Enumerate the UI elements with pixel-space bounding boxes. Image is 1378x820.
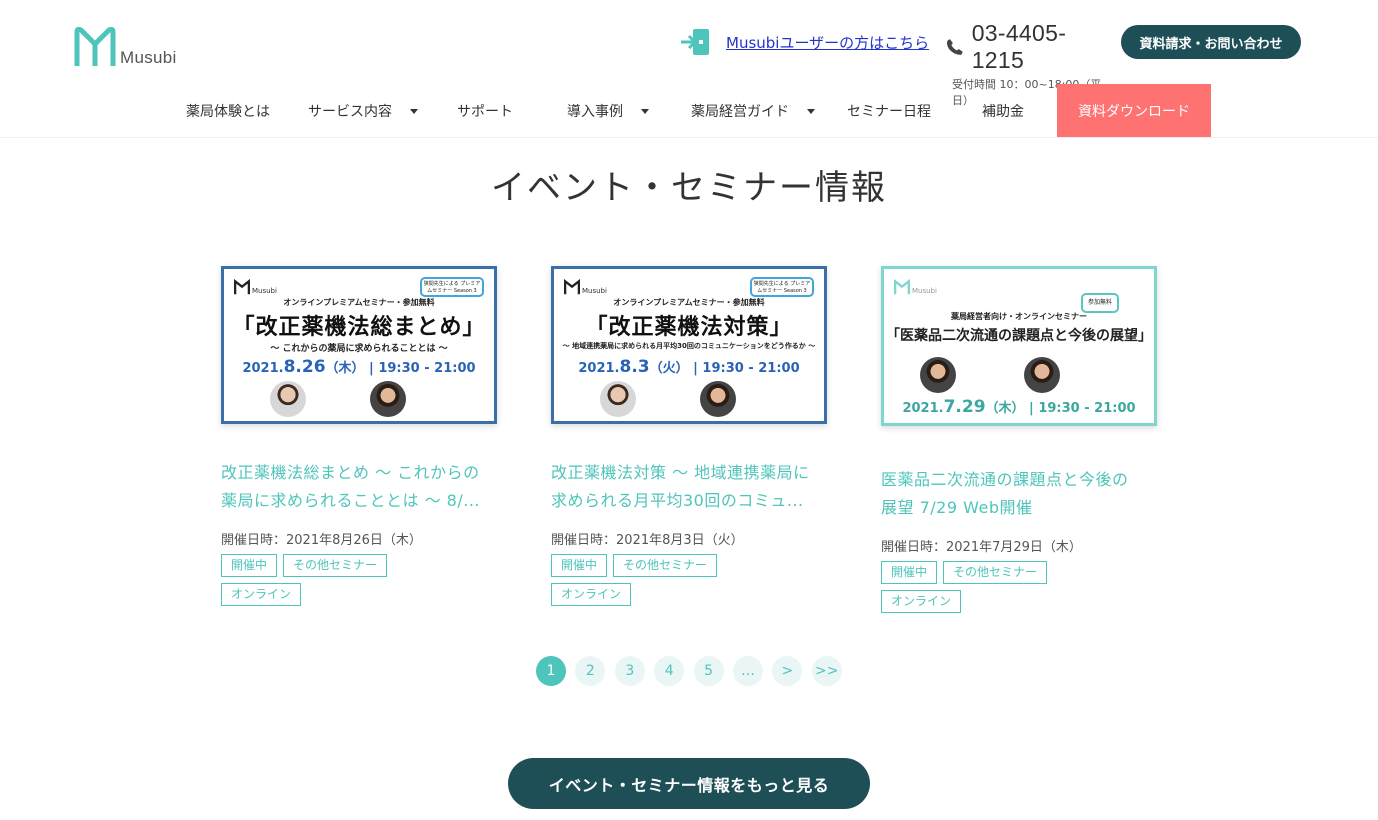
tag-category[interactable]: その他セミナー bbox=[943, 561, 1048, 584]
contact-button[interactable]: 資料請求・お問い合わせ bbox=[1121, 25, 1301, 59]
nav-item-seminars[interactable]: セミナー日程 bbox=[847, 84, 931, 137]
main-nav: 薬局体験とは サービス内容 サポート 導入事例 薬局経営ガイド セミナー日程 補… bbox=[0, 84, 1378, 137]
tag-list: 開催中 その他セミナー オンライン bbox=[551, 554, 761, 612]
next-page-button[interactable]: > bbox=[772, 656, 803, 686]
site-logo[interactable]: Musubi bbox=[74, 26, 177, 68]
seminar-thumbnail[interactable]: Musubi 狭間先生による プレミアムセミナー Season 3 オンラインプ… bbox=[551, 266, 827, 424]
speaker-avatar bbox=[1024, 357, 1060, 393]
phone-icon bbox=[946, 39, 963, 55]
nav-item-support[interactable]: サポート bbox=[457, 84, 513, 137]
logo-text: Musubi bbox=[120, 48, 177, 67]
tag-format[interactable]: オンライン bbox=[221, 583, 302, 606]
seminar-thumbnail[interactable]: Musubi 狭間先生による プレミアムセミナー Season 3 オンラインプ… bbox=[221, 266, 497, 424]
thumb-logo: Musubi bbox=[234, 279, 277, 295]
thumb-caption: 〜 これからの薬局に求められることとは 〜 bbox=[270, 344, 448, 354]
speaker-photos bbox=[554, 379, 824, 419]
nav-label: 導入事例 bbox=[567, 103, 623, 120]
nav-item-about[interactable]: 薬局体験とは bbox=[186, 84, 270, 137]
phone-number[interactable]: 03-4405-1215 bbox=[972, 20, 1116, 74]
card-title[interactable]: 医薬品二次流通の課題点と今後の 展望 7/29 Web開催 bbox=[881, 466, 1157, 522]
musubi-logo-icon bbox=[74, 26, 116, 66]
nav-item-services[interactable]: サービス内容 bbox=[308, 84, 418, 137]
nav-label: サポート bbox=[457, 103, 513, 120]
thumb-logo: Musubi bbox=[564, 279, 607, 295]
page-5-button[interactable]: 5 bbox=[693, 656, 724, 686]
nav-item-subsidy[interactable]: 補助金 bbox=[982, 84, 1024, 137]
thumb-date: 2021.8.3（火） | 19:30 - 21:00 bbox=[578, 357, 800, 377]
tag-format[interactable]: オンライン bbox=[551, 583, 632, 606]
nav-label: 薬局体験とは bbox=[186, 103, 270, 120]
page-ellipsis: … bbox=[732, 656, 763, 686]
login-door-icon bbox=[681, 29, 709, 55]
thumb-logo: Musubi bbox=[894, 279, 937, 295]
speaker-avatar bbox=[700, 381, 736, 417]
nav-item-cases[interactable]: 導入事例 bbox=[567, 84, 649, 137]
tag-list: 開催中 その他セミナー オンライン bbox=[221, 554, 431, 612]
thumb-subtitle: オンラインプレミアムセミナー・参加無料 bbox=[613, 298, 765, 307]
tag-status[interactable]: 開催中 bbox=[551, 554, 608, 577]
free-badge: 参加無料 bbox=[1081, 293, 1119, 313]
speaker-avatar bbox=[600, 381, 636, 417]
tag-status[interactable]: 開催中 bbox=[221, 554, 278, 577]
speaker-photos bbox=[884, 357, 1154, 397]
chevron-down-icon bbox=[410, 109, 418, 114]
site-header: Musubi Musubiユーザーの方はこちら 03-4405-1215 受付時… bbox=[0, 0, 1378, 138]
nav-item-guide[interactable]: 薬局経営ガイド bbox=[691, 84, 815, 137]
speaker-avatar bbox=[270, 381, 306, 417]
nav-label: 薬局経営ガイド bbox=[691, 103, 789, 120]
seminar-card[interactable]: Musubi 狭間先生による プレミアムセミナー Season 3 オンラインプ… bbox=[221, 266, 497, 612]
nav-label: 補助金 bbox=[982, 103, 1024, 120]
speaker-avatar bbox=[920, 357, 956, 393]
seminar-thumbnail[interactable]: Musubi 参加無料 薬局経営者向け・オンラインセミナー 「医薬品二次流通の課… bbox=[881, 266, 1157, 426]
thumb-subtitle: 薬局経営者向け・オンラインセミナー bbox=[951, 312, 1087, 321]
page-1-button[interactable]: 1 bbox=[536, 656, 566, 686]
tag-status[interactable]: 開催中 bbox=[881, 561, 938, 584]
card-title[interactable]: 改正薬機法総まとめ 〜 これからの 薬局に求められることとは 〜 8/... bbox=[221, 459, 497, 515]
speaker-avatar bbox=[370, 381, 406, 417]
thumb-headline: 「改正薬機法総まとめ」 bbox=[232, 315, 486, 340]
thumb-date: 2021.8.26（木） | 19:30 - 21:00 bbox=[242, 357, 476, 377]
musubi-logo-icon bbox=[894, 279, 910, 295]
page-2-button[interactable]: 2 bbox=[575, 656, 606, 686]
more-seminars-button[interactable]: イベント・セミナー情報をもっと見る bbox=[508, 758, 870, 809]
thumb-subtitle: オンラインプレミアムセミナー・参加無料 bbox=[283, 298, 435, 307]
tag-list: 開催中 その他セミナー オンライン bbox=[881, 561, 1091, 619]
nav-label: サービス内容 bbox=[308, 103, 392, 120]
nav-label: セミナー日程 bbox=[847, 103, 931, 120]
card-date: 開催日時：2021年8月26日（木） bbox=[221, 533, 422, 548]
card-date: 開催日時：2021年8月3日（火） bbox=[551, 533, 744, 548]
musubi-logo-icon bbox=[234, 279, 250, 295]
thumb-headline: 「改正薬機法対策」 bbox=[585, 315, 793, 340]
thumb-bubble: 狭間先生による プレミアムセミナー Season 3 bbox=[750, 277, 814, 297]
seminar-card[interactable]: Musubi 狭間先生による プレミアムセミナー Season 3 オンラインプ… bbox=[551, 266, 827, 612]
seminar-card[interactable]: Musubi 参加無料 薬局経営者向け・オンラインセミナー 「医薬品二次流通の課… bbox=[881, 266, 1157, 619]
tag-category[interactable]: その他セミナー bbox=[613, 554, 718, 577]
chevron-down-icon bbox=[641, 109, 649, 114]
thumb-headline: 「医薬品二次流通の課題点と今後の展望」 bbox=[886, 328, 1152, 344]
chevron-down-icon bbox=[807, 109, 815, 114]
user-login-link[interactable]: Musubiユーザーの方はこちら bbox=[680, 26, 929, 58]
card-title[interactable]: 改正薬機法対策 〜 地域連携薬局に 求められる月平均30回のコミュ... bbox=[551, 459, 827, 515]
card-date: 開催日時：2021年7月29日（木） bbox=[881, 540, 1082, 555]
download-button[interactable]: 資料ダウンロード bbox=[1057, 84, 1211, 137]
user-link-label: Musubiユーザーの方はこちら bbox=[726, 33, 930, 52]
thumb-caption: 〜 地域連携薬局に求められる月平均30回のコミュニケーションをどう作るか 〜 bbox=[562, 342, 816, 350]
tag-category[interactable]: その他セミナー bbox=[283, 554, 388, 577]
page-4-button[interactable]: 4 bbox=[654, 656, 685, 686]
thumb-bubble: 狭間先生による プレミアムセミナー Season 3 bbox=[420, 277, 484, 297]
tag-format[interactable]: オンライン bbox=[881, 590, 962, 613]
page-3-button[interactable]: 3 bbox=[614, 656, 645, 686]
last-page-button[interactable]: >> bbox=[811, 656, 842, 686]
page-title: イベント・セミナー情報 bbox=[491, 168, 887, 208]
pagination: 1 2 3 4 5 … > >> bbox=[536, 656, 851, 686]
thumb-date: 2021.7.29（木） | 19:30 - 21:00 bbox=[902, 397, 1136, 417]
speaker-photos bbox=[224, 379, 494, 419]
musubi-logo-icon bbox=[564, 279, 580, 295]
